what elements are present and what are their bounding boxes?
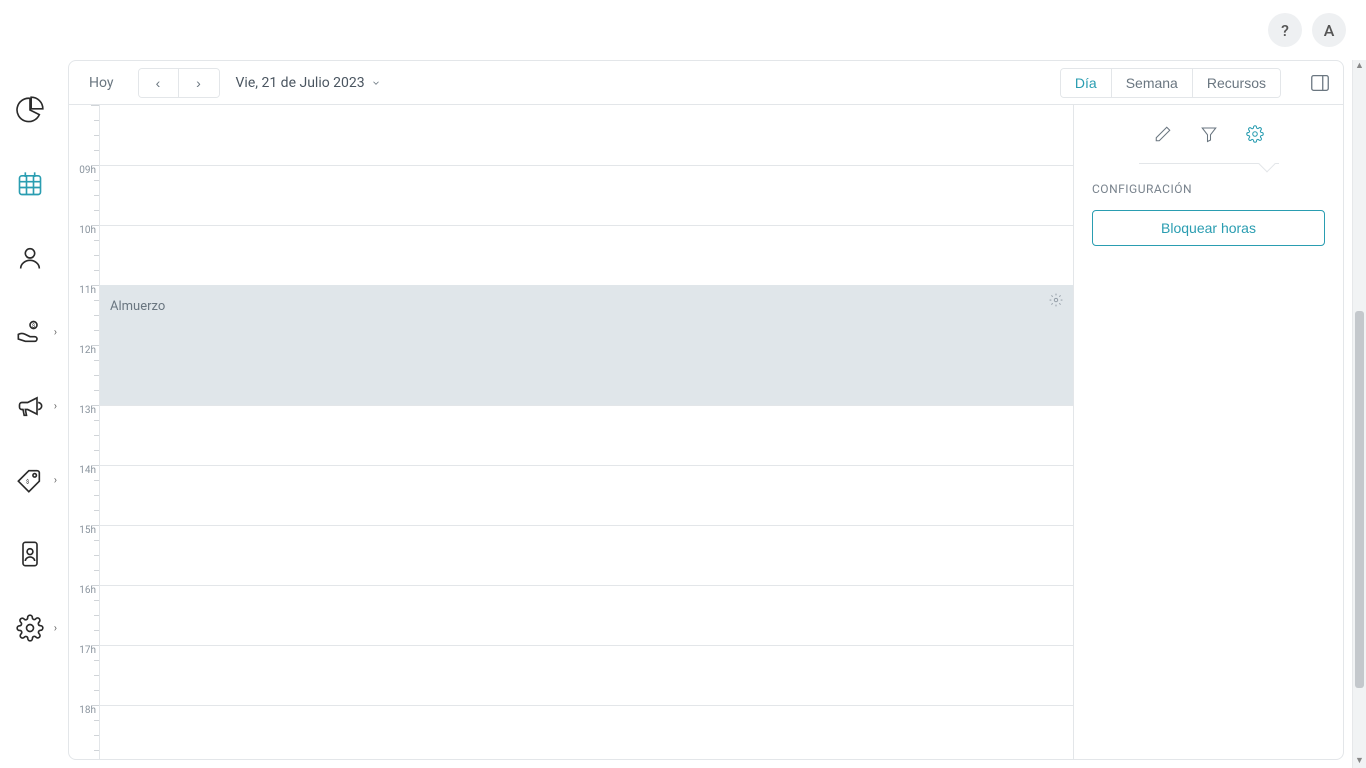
scroll-up-icon[interactable]: ▲ — [1355, 62, 1364, 71]
date-label-text: Vie, 21 de Julio 2023 — [236, 75, 365, 91]
today-button[interactable]: Hoy — [81, 71, 122, 95]
help-button[interactable]: ? — [1268, 13, 1302, 47]
tag-icon: $ — [16, 466, 44, 494]
time-label — [69, 105, 99, 165]
next-day-button[interactable]: › — [179, 69, 219, 97]
view-week-button[interactable]: Semana — [1112, 69, 1193, 97]
sidebar-item-clients[interactable] — [5, 233, 55, 283]
hand-coin-icon: $ — [16, 318, 44, 346]
panel-icon — [1309, 72, 1331, 94]
calendar-event[interactable]: Almuerzo — [100, 285, 1073, 405]
hour-slot[interactable] — [100, 705, 1073, 759]
chevron-right-icon: › — [54, 326, 57, 339]
toggle-right-panel-button[interactable] — [1309, 72, 1331, 94]
hour-slot[interactable] — [100, 465, 1073, 525]
event-settings-button[interactable] — [1049, 293, 1063, 311]
sidebar-item-marketing[interactable]: › — [5, 381, 55, 431]
active-tab-indicator — [1258, 156, 1275, 173]
block-hours-button[interactable]: Bloquear horas — [1092, 210, 1325, 246]
filter-tab[interactable] — [1200, 125, 1218, 147]
sidebar-item-calendar[interactable] — [5, 159, 55, 209]
date-picker[interactable]: Vie, 21 de Julio 2023 — [236, 75, 381, 91]
time-label: 17h — [69, 645, 99, 705]
calendar-grid[interactable]: 09h10h11h12h13h14h15h16h17h18h Almuerzo — [69, 105, 1073, 759]
svg-text:$: $ — [32, 322, 35, 329]
person-icon — [16, 244, 44, 272]
sidebar-item-pricing[interactable]: $› — [5, 455, 55, 505]
time-label: 15h — [69, 525, 99, 585]
events-column[interactable]: Almuerzo — [99, 105, 1073, 759]
filter-icon — [1200, 125, 1218, 143]
time-column: 09h10h11h12h13h14h15h16h17h18h — [69, 105, 99, 759]
megaphone-icon — [16, 392, 44, 420]
hour-slot[interactable] — [100, 525, 1073, 585]
chevron-right-icon: › — [54, 474, 57, 487]
hour-slot[interactable] — [100, 645, 1073, 705]
edit-tab[interactable] — [1154, 125, 1172, 147]
prev-day-button[interactable]: ‹ — [139, 69, 179, 97]
date-nav: ‹ › — [138, 68, 220, 98]
time-label: 10h — [69, 225, 99, 285]
time-label: 09h — [69, 165, 99, 225]
topbar: ? A — [0, 0, 1366, 60]
panel-tabs — [1139, 125, 1279, 164]
hour-slot[interactable] — [100, 105, 1073, 165]
scroll-thumb[interactable] — [1355, 311, 1364, 688]
right-panel: CONFIGURACIÓN Bloquear horas — [1073, 105, 1343, 759]
scroll-track[interactable] — [1353, 71, 1366, 757]
chevron-right-icon: › — [54, 622, 57, 635]
time-label: 14h — [69, 465, 99, 525]
time-label: 12h — [69, 345, 99, 405]
content-area: Hoy ‹ › Vie, 21 de Julio 2023 Día Semana… — [68, 60, 1344, 760]
chevron-right-icon: › — [54, 400, 57, 413]
event-title: Almuerzo — [110, 299, 165, 314]
hour-slot[interactable] — [100, 225, 1073, 285]
time-label: 13h — [69, 405, 99, 465]
svg-text:$: $ — [26, 479, 29, 486]
scroll-down-icon[interactable]: ▼ — [1355, 757, 1364, 766]
avatar[interactable]: A — [1312, 13, 1346, 47]
time-label: 11h — [69, 285, 99, 345]
time-label: 16h — [69, 585, 99, 645]
sidebar-item-staff[interactable] — [5, 529, 55, 579]
pie-icon — [16, 96, 44, 124]
panel-section-title: CONFIGURACIÓN — [1092, 182, 1325, 196]
page-scrollbar[interactable]: ▲ ▼ — [1352, 60, 1366, 768]
pencil-icon — [1154, 125, 1172, 143]
sidebar: $››$›› — [0, 60, 60, 768]
view-day-button[interactable]: Día — [1061, 69, 1112, 97]
gear-icon — [1049, 293, 1063, 307]
sidebar-item-dashboard[interactable] — [5, 85, 55, 135]
hour-slot[interactable] — [100, 585, 1073, 645]
chevron-down-icon — [371, 78, 381, 88]
gear-icon — [1246, 125, 1264, 143]
view-resources-button[interactable]: Recursos — [1193, 69, 1280, 97]
view-switch: Día Semana Recursos — [1060, 68, 1281, 98]
hour-slot[interactable] — [100, 405, 1073, 465]
calendar-toolbar: Hoy ‹ › Vie, 21 de Julio 2023 Día Semana… — [69, 61, 1343, 105]
badge-icon — [16, 540, 44, 568]
sidebar-item-payments[interactable]: $› — [5, 307, 55, 357]
settings-tab[interactable] — [1246, 125, 1264, 147]
sidebar-item-settings[interactable]: › — [5, 603, 55, 653]
gear-icon — [16, 614, 44, 642]
time-label: 18h — [69, 705, 99, 759]
calendar-icon — [16, 170, 44, 198]
hour-slot[interactable] — [100, 165, 1073, 225]
